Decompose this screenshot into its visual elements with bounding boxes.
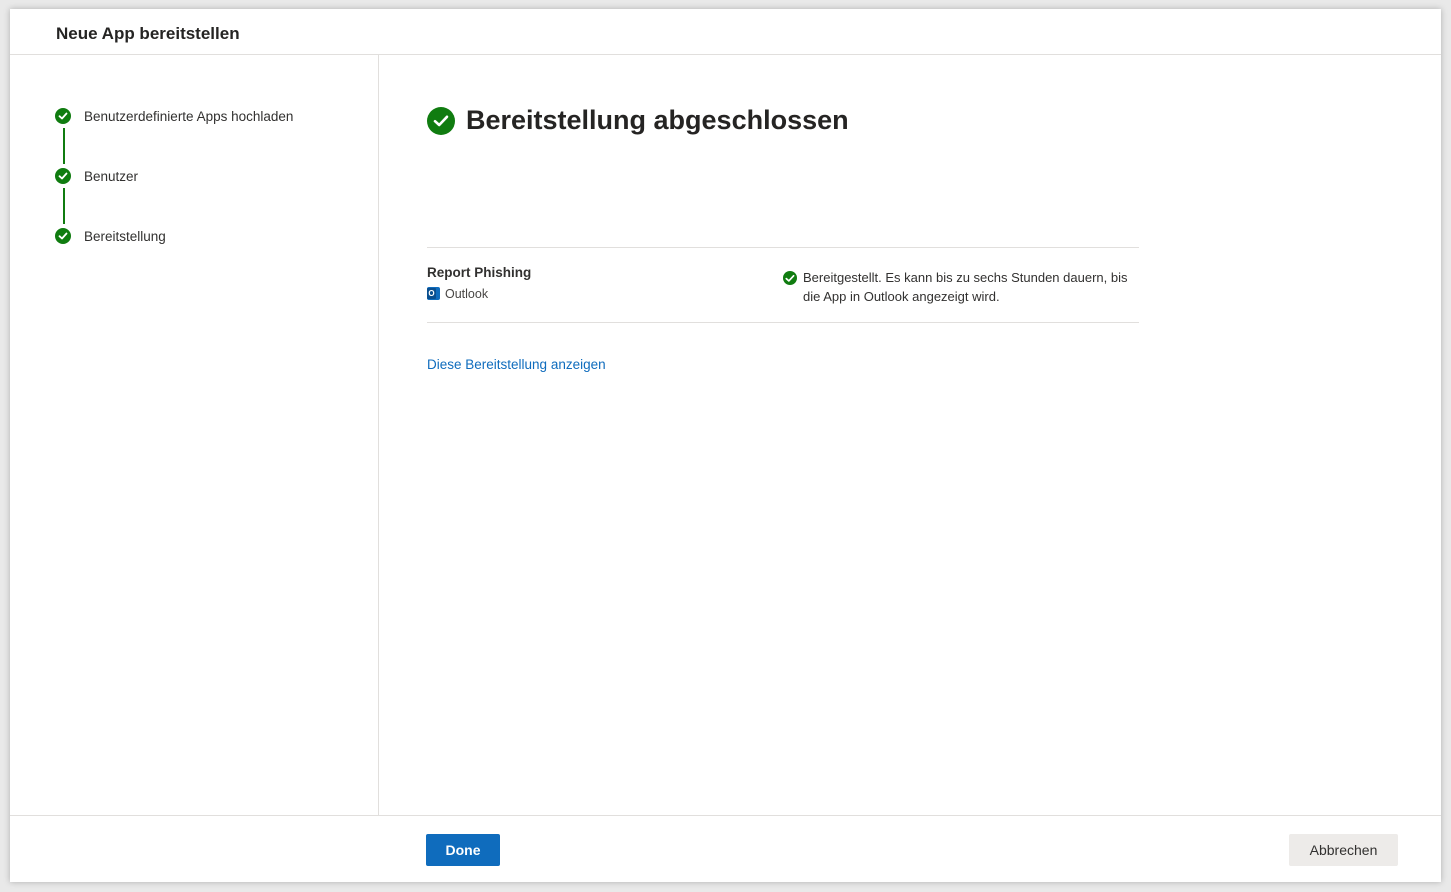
step-complete-check-icon: [55, 228, 71, 244]
wizard-step-label: Benutzer: [84, 169, 139, 184]
check-circle-icon: [783, 271, 797, 285]
wizard-step-label: Benutzerdefinierte Apps hochladen: [84, 109, 294, 124]
divider: [427, 247, 1139, 248]
window-backdrop: Neue App bereitstellen Benutzerdefiniert…: [0, 0, 1451, 892]
dialog-footer: Done Abbrechen: [10, 815, 1441, 883]
deployment-result-panel: Bereitstellung abgeschlossen Report Phis…: [379, 55, 1441, 815]
check-circle-icon: [427, 107, 455, 135]
done-button[interactable]: Done: [426, 834, 500, 866]
view-deployment-link[interactable]: Diese Bereitstellung anzeigen: [427, 357, 606, 372]
dialog-title: Neue App bereitstellen: [56, 24, 240, 43]
outlook-icon: O: [427, 287, 440, 300]
dialog-header: Neue App bereitstellen: [10, 9, 1441, 55]
step-complete-check-icon: [55, 108, 71, 124]
page-title: Bereitstellung abgeschlossen: [466, 105, 849, 135]
deploy-app-dialog: Neue App bereitstellen Benutzerdefiniert…: [10, 9, 1441, 882]
step-connector-line: [63, 188, 65, 224]
app-host-label: Outlook: [445, 287, 489, 301]
app-name: Report Phishing: [427, 265, 532, 280]
cancel-button[interactable]: Abbrechen: [1289, 834, 1398, 866]
divider: [427, 322, 1139, 323]
step-connector-line: [63, 128, 65, 164]
step-complete-check-icon: [55, 168, 71, 184]
wizard-steps-panel: Benutzerdefinierte Apps hochladen Benutz…: [10, 55, 379, 815]
wizard-step-label: Bereitstellung: [84, 229, 166, 244]
deployment-status-text: Bereitgestellt. Es kann bis zu sechs Stu…: [803, 270, 1128, 304]
